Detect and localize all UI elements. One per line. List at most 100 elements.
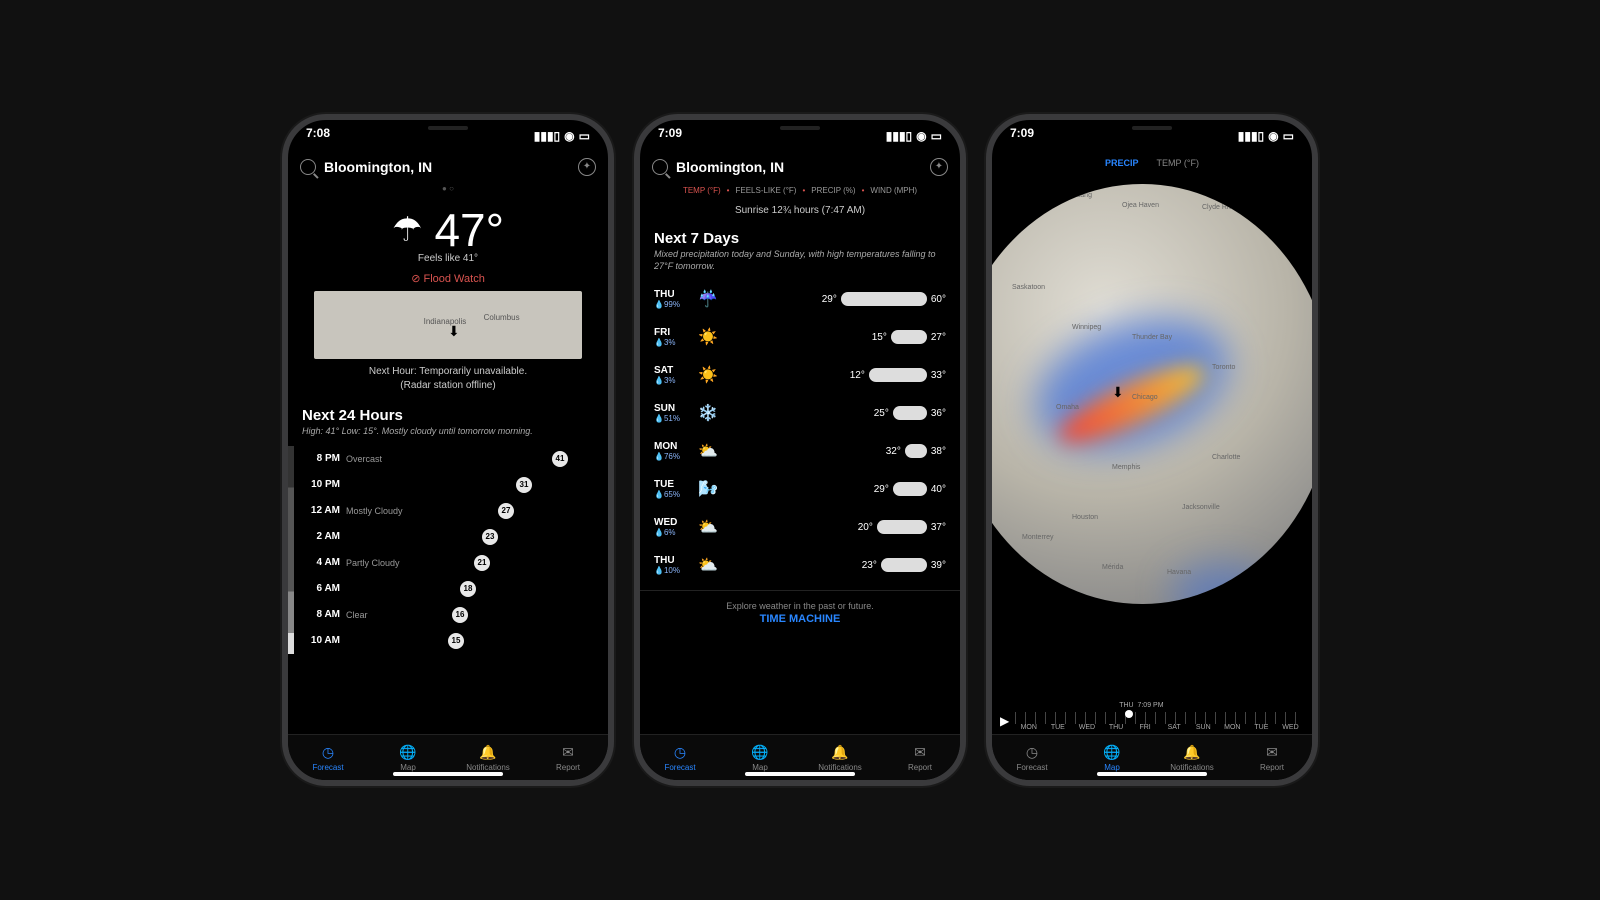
hour-temp-bubble: 21 — [474, 555, 490, 571]
tab-forecast[interactable]: ◷Forecast — [288, 735, 368, 780]
tab-label: Notifications — [466, 763, 510, 772]
day-low: 25° — [874, 408, 889, 419]
day-weather-icon: ❄️ — [696, 403, 720, 423]
hour-row[interactable]: 10 AM15 — [302, 628, 594, 654]
day-precip: 💧6% — [654, 528, 690, 537]
day-name: TUE — [654, 479, 690, 490]
day-weather-icon: 🌬️ — [696, 479, 720, 499]
temp-range-bar — [905, 444, 927, 458]
notch — [1077, 120, 1227, 146]
battery-icon: ▭ — [579, 129, 590, 143]
day-row[interactable]: THU💧10%⛅23°39° — [654, 546, 946, 584]
metric-feels[interactable]: FEELS-LIKE (°F) — [735, 186, 796, 195]
hourly-list[interactable]: 8 PMOvercast4110 PM3112 AMMostly Cloudy2… — [288, 446, 608, 654]
day-precip: 💧3% — [654, 338, 690, 347]
metric-precip[interactable]: PRECIP (%) — [811, 186, 855, 195]
day-name: THU — [654, 555, 690, 566]
metric-temp[interactable]: TEMP (°F) — [683, 186, 721, 195]
tab-report[interactable]: ✉Report — [880, 735, 960, 780]
tab-label: Notifications — [818, 763, 862, 772]
tab-report[interactable]: ✉Report — [1232, 735, 1312, 780]
tab-label: Forecast — [312, 763, 343, 772]
day-name: MON — [654, 441, 690, 452]
weather-alert[interactable]: ⊘ Flood Watch — [288, 264, 608, 291]
map-tab-precip[interactable]: PRECIP — [1105, 158, 1139, 168]
metric-tabs[interactable]: TEMP (°F)• FEELS-LIKE (°F)• PRECIP (%)• … — [640, 182, 960, 199]
day-row[interactable]: SAT💧3%☀️12°33° — [654, 356, 946, 394]
temp-range-bar — [891, 330, 927, 344]
map-thumbnail[interactable]: Indianapolis Columbus ⬇ — [314, 291, 583, 359]
hour-row[interactable]: 12 AMMostly Cloudy27 — [302, 498, 594, 524]
temp-range-bar — [893, 482, 927, 496]
hour-temp-bubble: 16 — [452, 607, 468, 623]
day-row[interactable]: TUE💧65%🌬️29°40° — [654, 470, 946, 508]
day-low: 12° — [850, 370, 865, 381]
hour-time: 10 PM — [302, 479, 346, 490]
tab-forecast[interactable]: ◷Forecast — [640, 735, 720, 780]
search-icon[interactable] — [652, 159, 668, 175]
tab-label: Forecast — [1016, 763, 1047, 772]
temp-range-bar — [893, 406, 927, 420]
day-low: 20° — [858, 522, 873, 533]
settings-icon[interactable] — [930, 158, 948, 176]
temp-range-bar — [877, 520, 927, 534]
tab-report[interactable]: ✉Report — [528, 735, 608, 780]
home-indicator[interactable] — [1097, 772, 1207, 776]
hour-row[interactable]: 4 AMPartly Cloudy21 — [302, 550, 594, 576]
home-indicator[interactable] — [393, 772, 503, 776]
hour-condition: Partly Cloudy — [346, 558, 400, 568]
day-high: 38° — [931, 446, 946, 457]
sunrise-text: Sunrise 12¾ hours (7:47 AM) — [640, 199, 960, 226]
next-7-title: Next 7 Days — [640, 226, 960, 247]
day-row[interactable]: SUN💧51%❄️25°36° — [654, 394, 946, 432]
time-machine-prompt: Explore weather in the past or future. — [640, 590, 960, 613]
day-row[interactable]: WED💧6%⛅20°37° — [654, 508, 946, 546]
map-tab-temp[interactable]: TEMP (°F) — [1157, 158, 1199, 168]
day-high: 40° — [931, 484, 946, 495]
current-conditions: ☂ 47° — [288, 195, 608, 259]
day-name: SUN — [654, 403, 690, 414]
search-icon[interactable] — [300, 159, 316, 175]
map-city-label: Omaha — [1056, 404, 1079, 411]
next-24-title: Next 24 Hours — [288, 403, 608, 424]
metric-wind[interactable]: WIND (MPH) — [870, 186, 917, 195]
map-city-label: Toronto — [1212, 364, 1235, 371]
status-time: 7:08 — [306, 126, 330, 146]
temp-range-bar — [881, 558, 927, 572]
hour-row[interactable]: 8 PMOvercast41 — [302, 446, 594, 472]
map-city-label: Memphis — [1112, 464, 1140, 471]
settings-icon[interactable] — [578, 158, 596, 176]
time-scrubber[interactable]: ▶ THU 7:09 PM MONTUEWEDTHUFRISATSUNMONTU… — [992, 708, 1312, 734]
map-city-label: Jacksonville — [1182, 504, 1220, 511]
day-low: 29° — [874, 484, 889, 495]
tab-label: Report — [1260, 763, 1284, 772]
tab-label: Report — [908, 763, 932, 772]
hour-row[interactable]: 10 PM31 — [302, 472, 594, 498]
tab-label: Map — [1104, 763, 1120, 772]
daily-list[interactable]: THU💧99%☔29°60°FRI💧3%☀️15°27°SAT💧3%☀️12°3… — [640, 280, 960, 584]
hour-row[interactable]: 6 AM18 — [302, 576, 594, 602]
map-icon: 🌐 — [1103, 744, 1120, 761]
hour-row[interactable]: 2 AM23 — [302, 524, 594, 550]
map-city-label: Winnipeg — [1072, 324, 1101, 331]
day-row[interactable]: FRI💧3%☀️15°27° — [654, 318, 946, 356]
play-button[interactable]: ▶ — [1000, 714, 1009, 728]
day-row[interactable]: THU💧99%☔29°60° — [654, 280, 946, 318]
day-name: THU — [654, 289, 690, 300]
location-title[interactable]: Bloomington, IN — [676, 159, 922, 175]
page-dots[interactable]: ● ○ — [288, 182, 608, 195]
location-title[interactable]: Bloomington, IN — [324, 159, 570, 175]
day-row[interactable]: MON💧76%⛅32°38° — [654, 432, 946, 470]
tab-forecast[interactable]: ◷Forecast — [992, 735, 1072, 780]
notch — [725, 120, 875, 146]
globe-map[interactable]: ⬇ NamsangOjea HavenClyde RiverSaskatoonW… — [992, 174, 1312, 708]
scrubber-handle[interactable] — [1125, 710, 1133, 718]
hour-row[interactable]: 8 AMClear16 — [302, 602, 594, 628]
map-layer-tabs: PRECIP TEMP (°F) — [992, 152, 1312, 174]
time-machine-link[interactable]: TIME MACHINE — [640, 613, 960, 631]
home-indicator[interactable] — [745, 772, 855, 776]
signal-icon: ▮▮▮▯ — [534, 129, 560, 143]
current-temp: 47° — [434, 203, 504, 257]
day-low: 15° — [872, 332, 887, 343]
next-24-subtitle: High: 41° Low: 15°. Mostly cloudy until … — [288, 424, 608, 446]
